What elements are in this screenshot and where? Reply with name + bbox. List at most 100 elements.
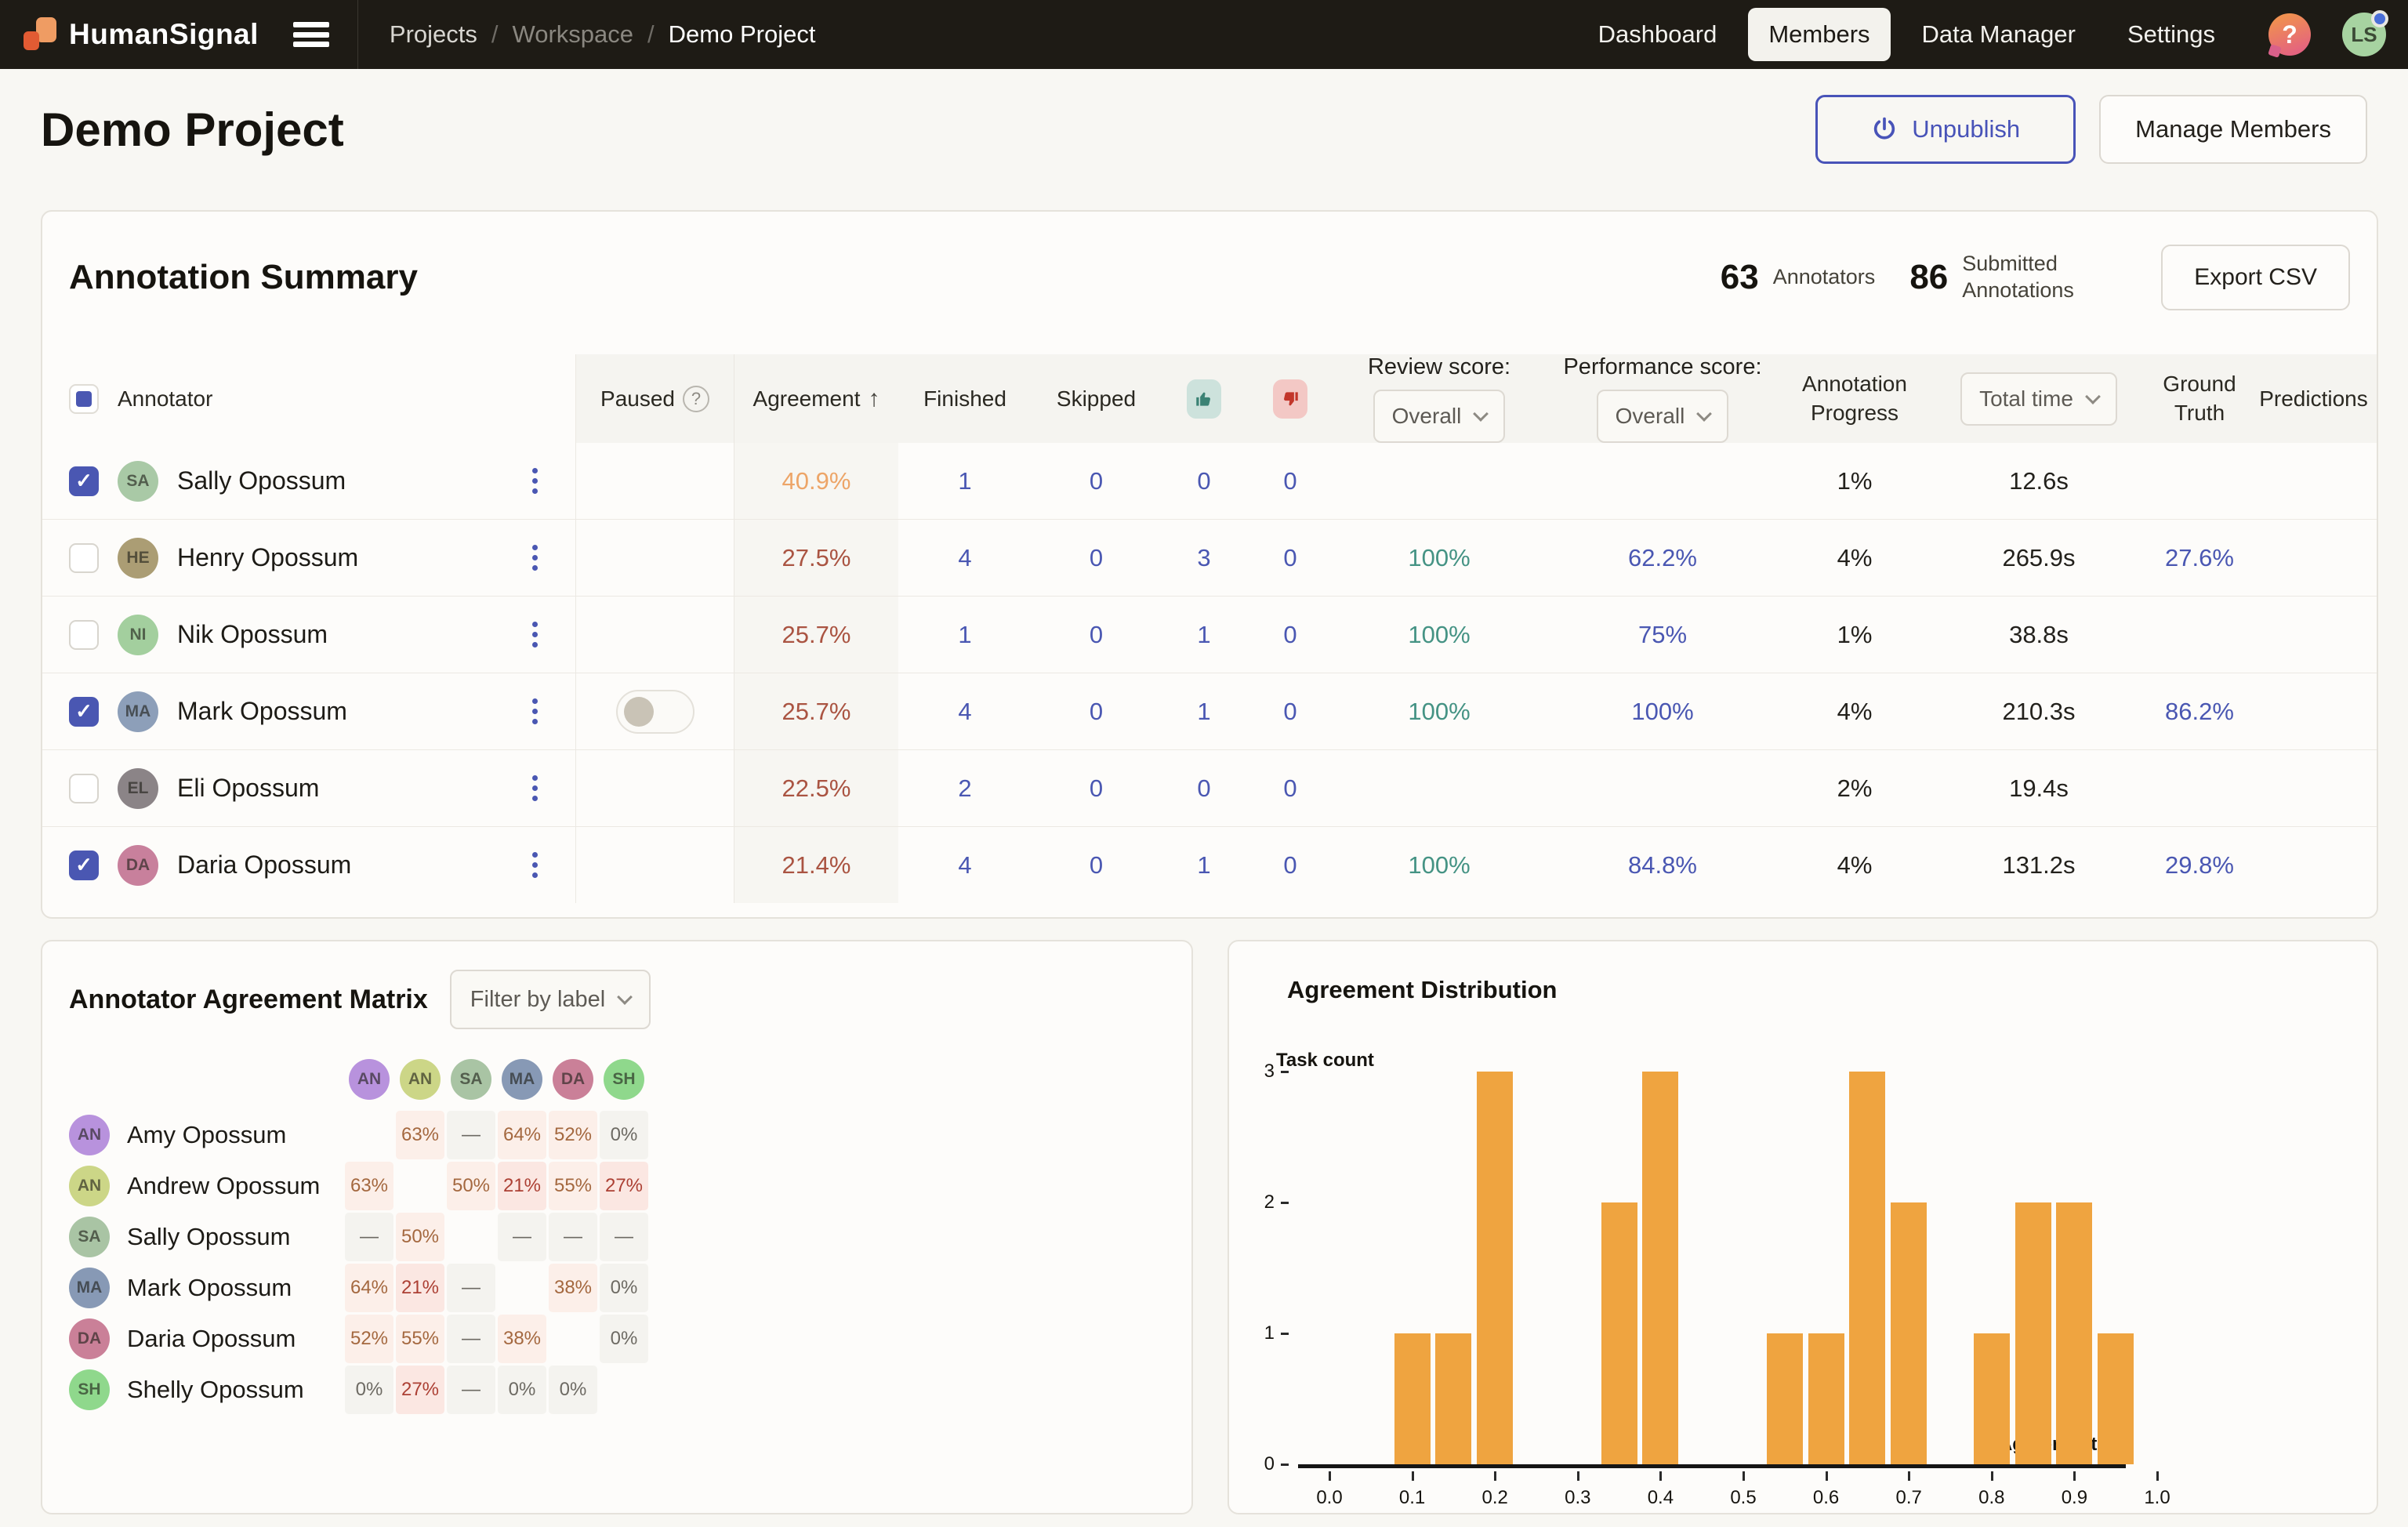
ground-truth-cell[interactable]	[2149, 443, 2250, 519]
performance-score-cell[interactable]: 100%	[1545, 673, 1780, 749]
row-checkbox[interactable]	[69, 620, 99, 650]
finished-value[interactable]: 4	[898, 827, 1032, 903]
performance-score-cell[interactable]	[1545, 443, 1780, 519]
brand[interactable]: HumanSignal	[22, 16, 259, 53]
row-menu-icon[interactable]	[526, 539, 544, 577]
chart-bar[interactable]	[1394, 1333, 1431, 1464]
ground-truth-cell[interactable]	[2149, 750, 2250, 826]
skipped-value[interactable]: 0	[1032, 673, 1161, 749]
thumbs-down-count[interactable]: 0	[1247, 827, 1333, 903]
filter-by-label-select[interactable]: Filter by label	[450, 970, 651, 1029]
chart-bar[interactable]	[1435, 1333, 1471, 1464]
review-score-select[interactable]: Overall	[1373, 390, 1506, 443]
annotator-name[interactable]: Nik Opossum	[177, 620, 328, 649]
chart-bar[interactable]	[1808, 1333, 1844, 1464]
ground-truth-cell[interactable]	[2149, 597, 2250, 673]
annotator-name[interactable]: Eli Opossum	[177, 774, 319, 803]
user-avatar[interactable]: LS	[2342, 13, 2386, 56]
chart-bar[interactable]	[1891, 1202, 1927, 1464]
thumbs-down-count[interactable]: 0	[1247, 597, 1333, 673]
finished-value[interactable]: 2	[898, 750, 1032, 826]
skipped-header[interactable]: Skipped	[1032, 354, 1161, 443]
review-score-cell[interactable]: 100%	[1333, 597, 1545, 673]
thumbs-down-count[interactable]: 0	[1247, 443, 1333, 519]
thumbs-down-count[interactable]: 0	[1247, 673, 1333, 749]
ground-truth-header[interactable]: Ground Truth	[2149, 354, 2250, 443]
help-icon[interactable]: ?	[2268, 13, 2311, 56]
select-all-checkbox[interactable]	[69, 384, 99, 414]
row-checkbox[interactable]: ✓	[69, 697, 99, 727]
nav-members[interactable]: Members	[1748, 8, 1890, 61]
row-menu-icon[interactable]	[526, 462, 544, 500]
row-menu-icon[interactable]	[526, 692, 544, 731]
finished-value[interactable]: 4	[898, 673, 1032, 749]
thumbs-up-count[interactable]: 1	[1161, 673, 1247, 749]
review-score-cell[interactable]: 100%	[1333, 827, 1545, 903]
chart-bar[interactable]	[1601, 1202, 1637, 1464]
thumbs-down-count[interactable]: 0	[1247, 750, 1333, 826]
finished-value[interactable]: 4	[898, 520, 1032, 596]
row-checkbox[interactable]	[69, 774, 99, 803]
skipped-value[interactable]: 0	[1032, 827, 1161, 903]
row-menu-icon[interactable]	[526, 769, 544, 807]
annotator-name[interactable]: Sally Opossum	[177, 466, 346, 495]
export-csv-button[interactable]: Export CSV	[2161, 245, 2350, 310]
ground-truth-cell[interactable]: 29.8%	[2149, 827, 2250, 903]
nav-data-manager[interactable]: Data Manager	[1902, 8, 2096, 61]
review-score-cell[interactable]: 100%	[1333, 520, 1545, 596]
performance-score-cell[interactable]: 84.8%	[1545, 827, 1780, 903]
manage-members-button[interactable]: Manage Members	[2099, 95, 2367, 164]
skipped-value[interactable]: 0	[1032, 520, 1161, 596]
row-menu-icon[interactable]	[526, 615, 544, 654]
review-score-cell[interactable]	[1333, 750, 1545, 826]
thumbs-up-count[interactable]: 1	[1161, 597, 1247, 673]
nav-dashboard[interactable]: Dashboard	[1578, 8, 1738, 61]
chart-bar[interactable]	[2056, 1202, 2092, 1464]
performance-score-cell[interactable]	[1545, 750, 1780, 826]
finished-value[interactable]: 1	[898, 443, 1032, 519]
nav-settings[interactable]: Settings	[2107, 8, 2236, 61]
chart-bar[interactable]	[1767, 1333, 1803, 1464]
row-menu-icon[interactable]	[526, 846, 544, 884]
annotator-name[interactable]: Henry Opossum	[177, 543, 358, 572]
agreement-header-cell[interactable]: Agreement ↑	[734, 354, 898, 443]
row-checkbox[interactable]	[69, 543, 99, 573]
thumbs-up-count[interactable]: 0	[1161, 443, 1247, 519]
row-checkbox[interactable]: ✓	[69, 466, 99, 496]
chart-bar[interactable]	[1642, 1072, 1678, 1464]
chart-bar[interactable]	[1974, 1333, 2010, 1464]
annotator-name[interactable]: Mark Opossum	[177, 697, 347, 726]
menu-icon[interactable]	[293, 19, 329, 50]
paused-toggle[interactable]	[616, 690, 694, 734]
performance-score-cell[interactable]: 62.2%	[1545, 520, 1780, 596]
unpublish-button[interactable]: Unpublish	[1815, 95, 2076, 164]
thumbs-up-count[interactable]: 3	[1161, 520, 1247, 596]
skipped-value[interactable]: 0	[1032, 750, 1161, 826]
breadcrumb-projects[interactable]: Projects	[390, 20, 477, 49]
total-time-select[interactable]: Total time	[1960, 372, 2117, 426]
thumbs-up-count[interactable]: 0	[1161, 750, 1247, 826]
thumbs-down-count[interactable]: 0	[1247, 520, 1333, 596]
chart-bar[interactable]	[1849, 1072, 1885, 1464]
row-checkbox[interactable]: ✓	[69, 851, 99, 880]
skipped-value[interactable]: 0	[1032, 597, 1161, 673]
paused-help-icon[interactable]: ?	[683, 386, 709, 412]
thumbs-up-count[interactable]: 1	[1161, 827, 1247, 903]
thumbs-up-icon[interactable]	[1187, 379, 1221, 419]
performance-score-select[interactable]: Overall	[1597, 390, 1729, 443]
review-score-cell[interactable]	[1333, 443, 1545, 519]
breadcrumb-workspace[interactable]: Workspace	[513, 20, 634, 49]
chart-bar[interactable]	[2098, 1333, 2134, 1464]
finished-value[interactable]: 1	[898, 597, 1032, 673]
progress-header[interactable]: Annotation Progress	[1780, 354, 1929, 443]
skipped-value[interactable]: 0	[1032, 443, 1161, 519]
thumbs-down-icon[interactable]	[1273, 379, 1307, 419]
annotator-name[interactable]: Daria Opossum	[177, 851, 351, 880]
chart-bar[interactable]	[2015, 1202, 2051, 1464]
chart-bar[interactable]	[1477, 1072, 1513, 1464]
ground-truth-cell[interactable]: 86.2%	[2149, 673, 2250, 749]
performance-score-cell[interactable]: 75%	[1545, 597, 1780, 673]
review-score-cell[interactable]: 100%	[1333, 673, 1545, 749]
finished-header[interactable]: Finished	[898, 354, 1032, 443]
ground-truth-cell[interactable]: 27.6%	[2149, 520, 2250, 596]
